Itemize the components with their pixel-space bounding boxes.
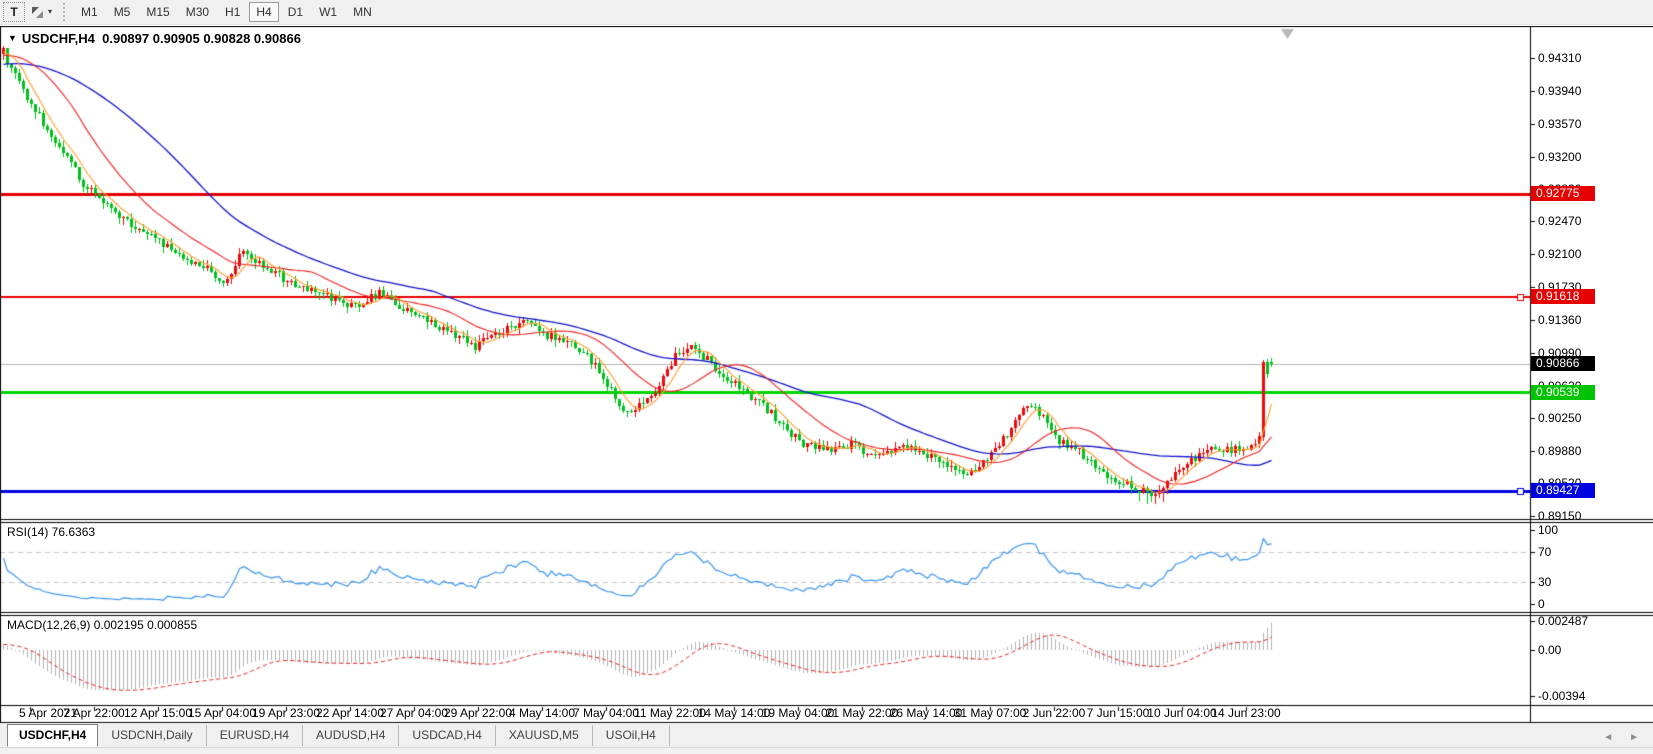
chart-tab-xauusd-m5[interactable]: XAUUSD,M5 <box>496 725 593 746</box>
chart-tab-usdcnh-daily[interactable]: USDCNH,Daily <box>98 725 206 746</box>
bottom-status-strip <box>0 747 1653 754</box>
price-axis-label: 0.93200 <box>1538 150 1581 164</box>
date-axis-label: 14 Jun 23:00 <box>1200 706 1292 720</box>
price-axis-label: 0.89880 <box>1538 444 1581 458</box>
price-level-badge: 0.90539 <box>1531 385 1595 400</box>
price-axis-label: 0.90250 <box>1538 411 1581 425</box>
chart-tab-eurusd-h4[interactable]: EURUSD,H4 <box>207 725 303 746</box>
chart-tab-audusd-h4[interactable]: AUDUSD,H4 <box>303 725 399 746</box>
toolbar-separator <box>63 3 66 21</box>
timeframe-button-m5[interactable]: M5 <box>107 2 138 22</box>
price-axis-label: 0.94310 <box>1538 51 1581 65</box>
timeframe-button-h1[interactable]: H1 <box>218 2 247 22</box>
price-level-badge: 0.92775 <box>1531 186 1595 201</box>
macd-scale-label: 0.002487 <box>1538 614 1588 628</box>
rsi-scale-label: 100 <box>1538 523 1558 537</box>
symbol-dropdown-icon[interactable]: ▼ <box>8 33 17 43</box>
timeframe-button-d1[interactable]: D1 <box>281 2 310 22</box>
tab-scroll-left-button[interactable]: ◄ <box>1603 732 1613 743</box>
timeframe-button-mn[interactable]: MN <box>346 2 379 22</box>
chart-tab-usoil-h4[interactable]: USOil,H4 <box>593 725 670 746</box>
timeframe-toolbar: M1M5M15M30H1H4D1W1MN <box>73 2 380 22</box>
timeframe-button-m30[interactable]: M30 <box>179 2 216 22</box>
chart-tab-usdchf-h4[interactable]: USDCHF,H4 <box>7 724 98 747</box>
price-chart-canvas[interactable] <box>0 26 1653 724</box>
price-axis-label: 0.89150 <box>1538 509 1581 523</box>
tab-scroll-right-button[interactable]: ► <box>1629 732 1639 743</box>
rsi-indicator-label: RSI(14) 76.6363 <box>7 525 95 539</box>
text-label-tool-button[interactable]: T <box>3 2 25 22</box>
timeframe-button-m1[interactable]: M1 <box>74 2 105 22</box>
price-axis-label: 0.91360 <box>1538 313 1581 327</box>
chart-symbol-label: USDCHF,H4 <box>22 31 95 46</box>
timeframe-button-h4[interactable]: H4 <box>249 2 278 22</box>
price-axis-label: 0.93940 <box>1538 84 1581 98</box>
arrange-charts-icon <box>30 6 45 19</box>
macd-scale-label: -0.00394 <box>1538 689 1585 703</box>
chart-quote-values: 0.90897 0.90905 0.90828 0.90866 <box>102 31 301 46</box>
chevron-down-icon: ▾ <box>48 8 52 16</box>
price-axis-label: 0.92470 <box>1538 214 1581 228</box>
arrange-charts-button[interactable]: ▾ <box>25 2 57 22</box>
price-axis-label: 0.92100 <box>1538 247 1581 261</box>
price-level-badge: 0.89427 <box>1531 483 1595 498</box>
macd-scale-label: 0.00 <box>1538 643 1561 657</box>
macd-indicator-label: MACD(12,26,9) 0.002195 0.000855 <box>7 618 197 632</box>
chart-title: ▼ USDCHF,H4 0.90897 0.90905 0.90828 0.908… <box>8 31 301 46</box>
rsi-scale-label: 30 <box>1538 575 1551 589</box>
timeframe-button-w1[interactable]: W1 <box>312 2 344 22</box>
price-level-badge: 0.90866 <box>1531 356 1595 371</box>
tab-scroll-controls: ◄ ► <box>1603 732 1653 743</box>
price-level-badge: 0.91618 <box>1531 289 1595 304</box>
top-toolbar: T ▾ M1M5M15M30H1H4D1W1MN <box>0 0 1653 25</box>
price-axis-label: 0.93570 <box>1538 117 1581 131</box>
rsi-scale-label: 70 <box>1538 545 1551 559</box>
chart-tab-usdcad-h4[interactable]: USDCAD,H4 <box>399 725 495 746</box>
rsi-scale-label: 0 <box>1538 597 1545 611</box>
chart-tab-bar: USDCHF,H4USDCNH,DailyEURUSD,H4AUDUSD,H4U… <box>0 724 1653 747</box>
timeframe-button-m15[interactable]: M15 <box>139 2 176 22</box>
